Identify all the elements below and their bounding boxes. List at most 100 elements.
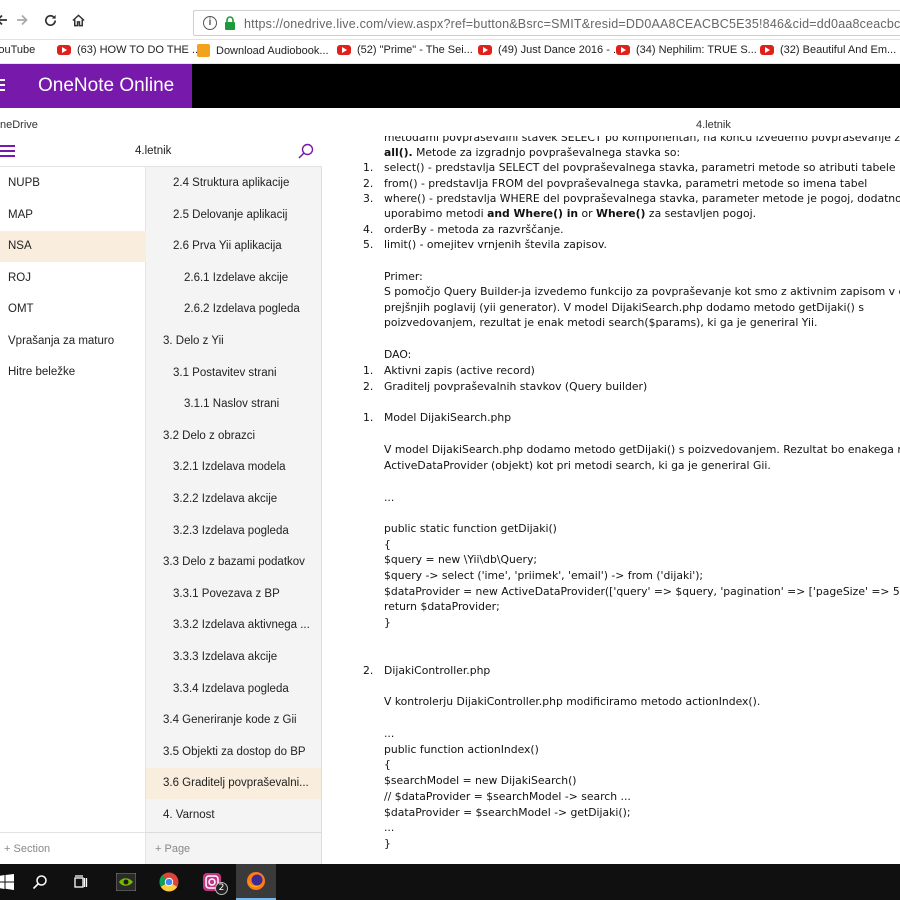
search-icon [32, 875, 47, 890]
section-item[interactable]: MAP [0, 200, 146, 231]
bookmark-item[interactable]: (49) Just Dance 2016 - ... [478, 44, 622, 56]
page-item[interactable]: 3.4 Generiranje kode z Gii [146, 705, 321, 736]
app-title[interactable]: OneNote Online [38, 75, 174, 97]
page-item[interactable]: 3. Delo z Yii [146, 326, 321, 357]
page-item[interactable]: 3.2.3 Izdelava pogleda [146, 516, 321, 547]
bookmark-item[interactable]: (52) "Prime" - The Sei... [337, 44, 473, 56]
breadcrumb-row: neDrive 4.letnik [0, 108, 900, 136]
content-line: from() - predstavlja FROM del povpraševa… [384, 177, 868, 190]
bookmarks-bar: YouTube (63) HOW TO DO THE ... Download Au… [0, 40, 900, 64]
list-number: 2. [363, 664, 374, 677]
page-item[interactable]: 3.2 Delo z obrazci [146, 421, 321, 452]
page-item[interactable]: 3.3 Delo z bazami podatkov [146, 547, 321, 578]
bookmark-item[interactable]: (34) Nephilim: TRUE S... [616, 44, 757, 56]
address-bar[interactable]: i https://onedrive.live.com/view.aspx?re… [193, 10, 900, 36]
page-content[interactable]: metodami povpraševalni stavek SELECT po … [322, 136, 900, 864]
content-line: } [384, 837, 391, 850]
section-item[interactable]: Vprašanja za maturo [0, 326, 146, 357]
page-item[interactable]: 3.6 Graditelj povpraševalni... [146, 768, 321, 800]
reload-button[interactable] [40, 10, 60, 30]
section-item[interactable]: NSA [0, 231, 146, 262]
reload-icon [44, 14, 56, 26]
content-line: $dataProvider = new ActiveDataProvider([… [384, 585, 900, 598]
back-button[interactable] [0, 10, 12, 30]
page-item[interactable]: 3.2.2 Izdelava akcije [146, 484, 321, 515]
list-number: 1. [363, 161, 374, 174]
chrome-icon [159, 872, 179, 892]
content-line: all(). Metode za izgradnjo povpraševalne… [384, 145, 680, 160]
content-line: } [384, 616, 391, 629]
page-item[interactable]: 2.4 Struktura aplikacije [146, 168, 321, 199]
home-button[interactable] [68, 10, 88, 30]
nvidia-app[interactable] [106, 864, 146, 900]
page-item[interactable]: 3.3.2 Izdelava aktivnega ... [146, 610, 321, 641]
content-line: public function actionIndex() [384, 743, 539, 756]
notebook-title: 4.letnik [696, 119, 731, 131]
content-line: $dataProvider = $searchModel -> getDijak… [384, 806, 631, 819]
nvidia-icon [116, 873, 136, 891]
page-item[interactable]: 3.1 Postavitev strani [146, 358, 321, 389]
page-item[interactable]: 2.5 Delovanje aplikacij [146, 200, 321, 231]
page-item[interactable]: 2.6.1 Izdelave akcije [146, 263, 321, 294]
bookmark-label: Download Audiobook... [216, 44, 329, 57]
page-item[interactable]: 4. Varnost [146, 800, 321, 831]
content-line: metodami povpraševalni stavek SELECT po … [384, 136, 900, 144]
youtube-icon [337, 45, 351, 55]
forward-button[interactable] [12, 10, 32, 30]
info-icon[interactable]: i [203, 16, 217, 30]
bookmark-label: (32) Beautiful And Em... [780, 44, 897, 56]
content-line: V kontrolerju DijakiController.php modif… [384, 695, 761, 708]
bookmark-item[interactable]: (32) Beautiful And Em... [760, 44, 896, 56]
url-text[interactable]: https://onedrive.live.com/view.aspx?ref=… [244, 17, 900, 31]
taskbar-search-button[interactable] [20, 864, 60, 900]
content-line: uporabimo metodi and Where() in or Where… [384, 206, 756, 221]
bookmark-item[interactable]: Download Audiobook... [197, 44, 329, 57]
section-item[interactable]: NUPB [0, 168, 146, 199]
forward-arrow-icon [17, 14, 28, 26]
page-item[interactable]: 3.3.1 Povezava z BP [146, 579, 321, 610]
list-number: 1. [363, 411, 374, 424]
page-item[interactable]: 3.1.1 Naslov strani [146, 389, 321, 420]
youtube-icon [57, 45, 71, 55]
lock-icon [225, 16, 235, 30]
task-view-icon [74, 875, 88, 888]
bookmark-label: (63) HOW TO DO THE ... [77, 44, 202, 56]
task-view-button[interactable] [61, 864, 101, 900]
breadcrumb[interactable]: neDrive [0, 119, 38, 131]
content-line: public static function getDijaki() [384, 522, 557, 535]
content-line: ... [384, 727, 395, 740]
page-item[interactable]: 3.5 Objekti za dostop do BP [146, 737, 321, 768]
app-launcher-icon[interactable] [0, 79, 8, 93]
chrome-app[interactable] [149, 864, 189, 900]
content-line: $query -> select ('ime', 'priimek', 'ema… [384, 569, 704, 582]
section-item[interactable]: Hitre beležke [0, 357, 146, 388]
page-item[interactable]: 3.3.3 Izdelava akcije [146, 642, 321, 673]
firefox-app[interactable] [236, 864, 276, 900]
add-section-label: Section [13, 843, 51, 855]
notebook-name[interactable]: 4.letnik [135, 145, 171, 157]
bookmark-label: (52) "Prime" - The Sei... [357, 44, 473, 56]
content-line: Model DijakiSearch.php [384, 411, 512, 424]
search-icon[interactable] [297, 142, 315, 160]
page-item[interactable]: 3.2.1 Izdelava modela [146, 452, 321, 483]
page-item[interactable]: 3.3.4 Izdelava pogleda [146, 674, 321, 705]
hamburger-menu-icon[interactable] [0, 145, 15, 160]
add-section-button[interactable]: + Section [0, 832, 146, 864]
text-run: uporabimo metodi [384, 207, 488, 220]
instagram-app[interactable]: 2 [192, 864, 232, 900]
content-line: { [384, 538, 391, 551]
bookmark-item[interactable]: YouTube [0, 44, 35, 56]
youtube-icon [478, 45, 492, 55]
add-page-button[interactable]: + Page [146, 832, 321, 864]
content-line: Graditelj povpraševalnih stavkov (Query … [384, 380, 648, 393]
page-item[interactable]: 2.6 Prva Yii aplikacija [146, 231, 321, 262]
notification-badge: 2 [215, 882, 228, 895]
page-item[interactable]: 2.6.2 Izdelava pogleda [146, 294, 321, 325]
bookmark-item[interactable]: (63) HOW TO DO THE ... [57, 44, 201, 56]
content-line: ... [384, 491, 395, 504]
list-number: 5. [363, 238, 374, 251]
section-item[interactable]: ROJ [0, 263, 146, 294]
back-arrow-icon [0, 14, 7, 26]
section-item[interactable]: OMT [0, 294, 146, 325]
list-number: 1. [363, 364, 374, 377]
